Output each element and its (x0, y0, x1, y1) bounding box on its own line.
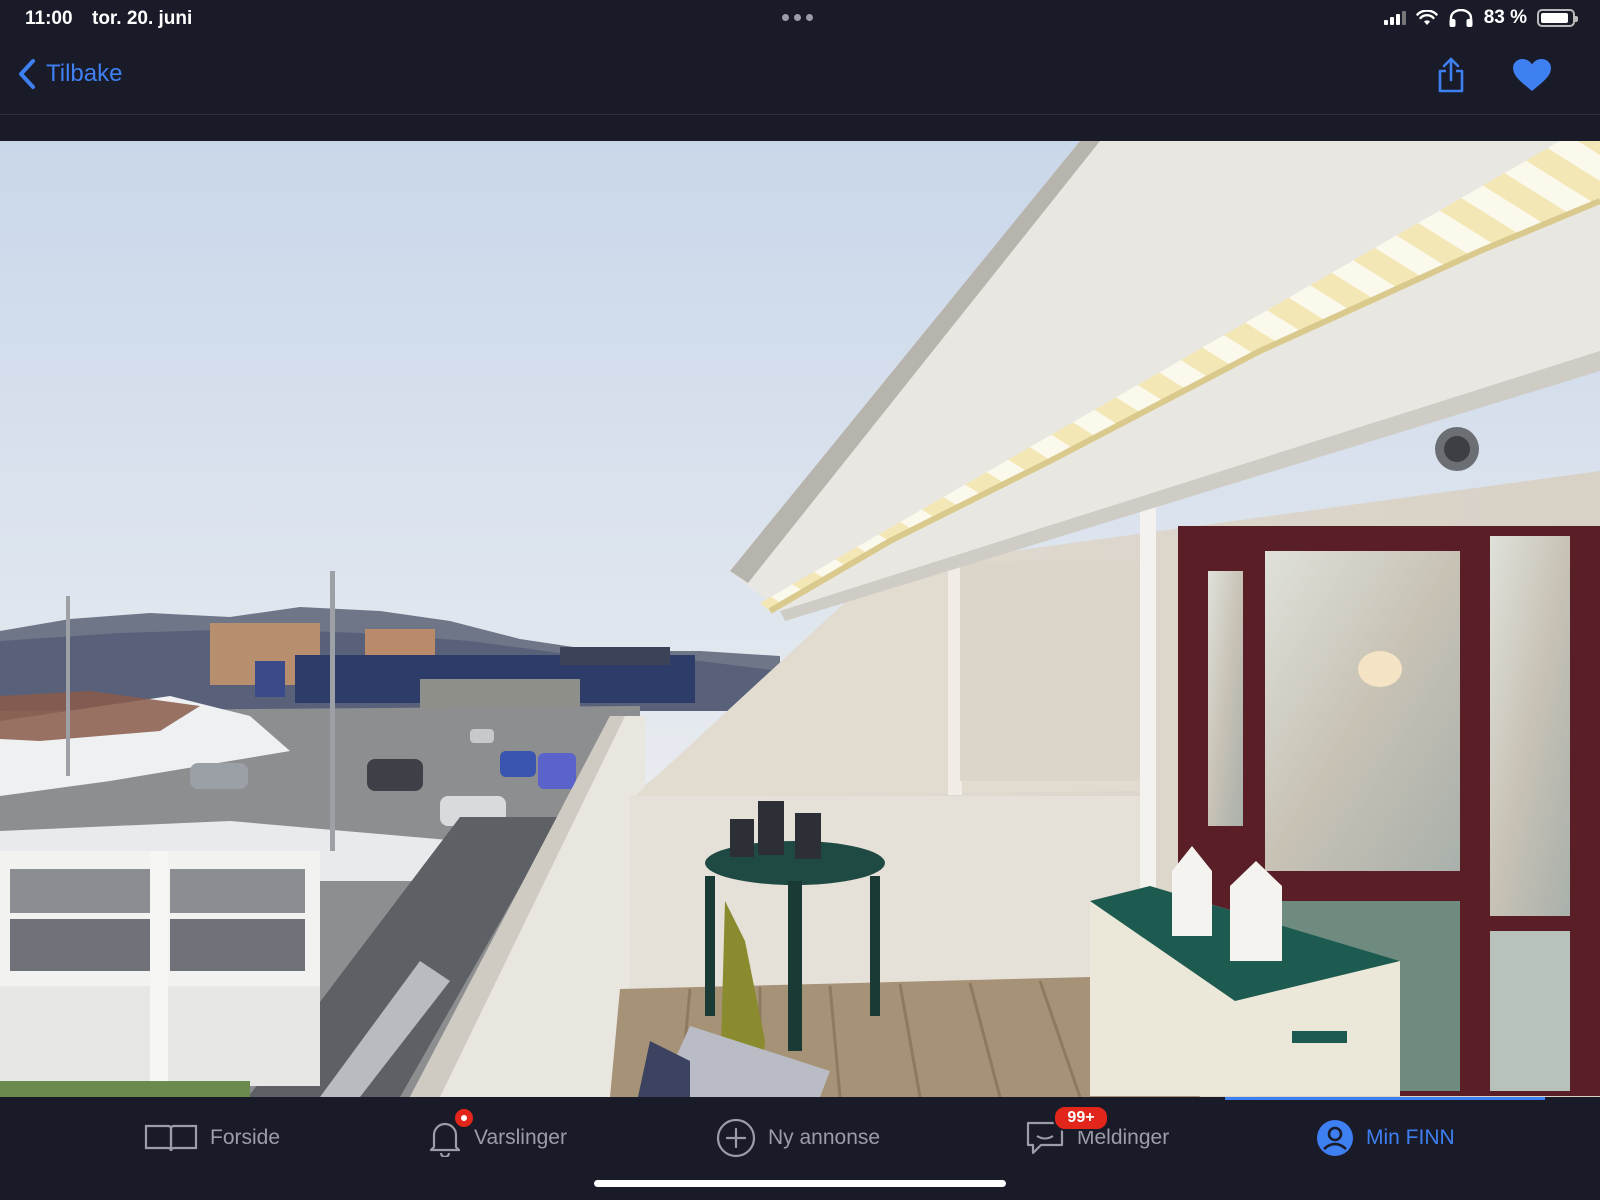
status-bar: 11:00 tor. 20. juni 83 % (0, 0, 1600, 38)
balcony-photo (0, 141, 1600, 1097)
active-tab-indicator (1225, 1097, 1545, 1100)
messages-badge: 99+ (1053, 1105, 1109, 1131)
notification-dot (453, 1107, 475, 1129)
chevron-left-icon (19, 59, 35, 89)
plus-circle-icon (716, 1118, 756, 1158)
tab-ny-annonse[interactable]: Ny annonse (716, 1117, 880, 1159)
tab-forside[interactable]: Forside (144, 1117, 280, 1159)
back-label: Tilbake (46, 60, 123, 87)
back-button[interactable]: Tilbake (18, 58, 122, 90)
wifi-icon (1415, 10, 1438, 25)
status-date: tor. 20. juni (92, 8, 193, 29)
battery-icon (1537, 9, 1578, 27)
tab-min-finn[interactable]: Min FINN (1316, 1117, 1455, 1159)
tab-varslinger[interactable]: Varslinger (428, 1107, 567, 1159)
battery-percentage: 83 % (1483, 7, 1527, 28)
multitasking-dots-icon[interactable] (782, 14, 813, 21)
listing-photo[interactable] (0, 141, 1600, 1097)
heart-icon (1513, 59, 1551, 91)
share-button[interactable] (1436, 56, 1466, 99)
tab-ny-annonse-label: Ny annonse (768, 1126, 881, 1149)
book-icon (144, 1124, 198, 1152)
tab-min-finn-label: Min FINN (1366, 1126, 1455, 1149)
status-time: 11:00 (25, 8, 73, 29)
profile-icon (1317, 1120, 1353, 1156)
home-indicator[interactable] (594, 1180, 1006, 1187)
navigation-bar: Tilbake (0, 40, 1600, 115)
cellular-signal-icon (1383, 11, 1406, 25)
tab-varslinger-label: Varslinger (474, 1126, 567, 1149)
status-indicators: 83 % (1383, 7, 1578, 29)
favorite-button[interactable] (1512, 58, 1552, 97)
tab-forside-label: Forside (210, 1126, 281, 1149)
tab-meldinger[interactable]: Meldinger 99+ (1025, 1105, 1169, 1159)
headphones-icon (1449, 9, 1473, 27)
share-icon (1438, 57, 1464, 93)
